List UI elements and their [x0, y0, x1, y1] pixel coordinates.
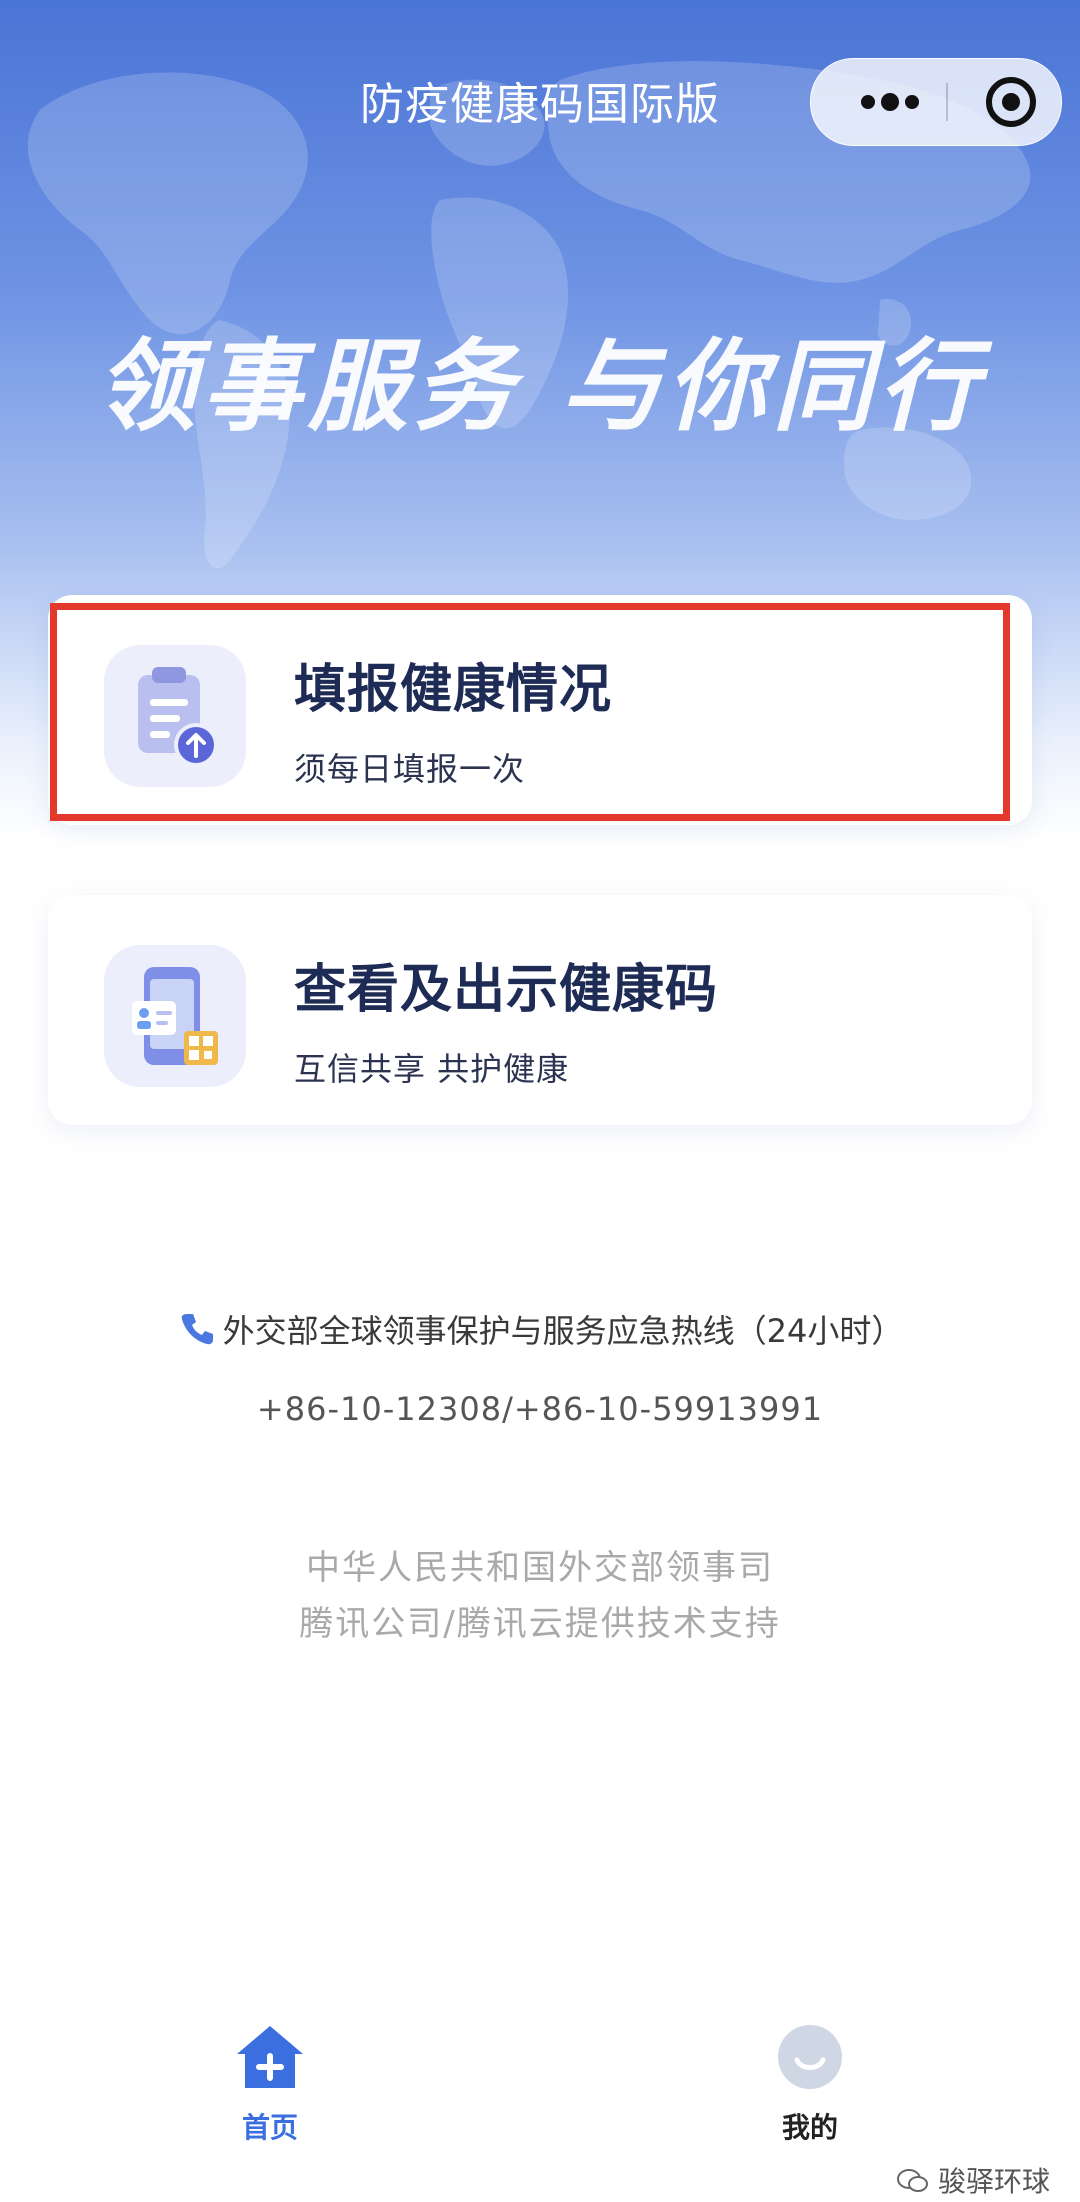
- miniprogram-close-icon[interactable]: [961, 59, 1061, 145]
- watermark: 骏驿环球: [896, 2160, 1050, 2200]
- phone-icon: [177, 1308, 217, 1348]
- avatar-icon: [778, 2025, 842, 2089]
- more-dots-icon[interactable]: [845, 59, 935, 145]
- phone-qrcode-icon: [104, 945, 246, 1087]
- navigation-bar: 防疫健康码国际版: [0, 58, 1080, 146]
- tab-mine[interactable]: 我的: [730, 2020, 890, 2144]
- hotline-text: 外交部全球领事保护与服务应急热线（24小时）: [222, 1312, 904, 1350]
- card-title: 查看及出示健康码: [294, 960, 719, 1020]
- footer-support: 腾讯公司/腾讯云提供技术支持: [299, 1604, 781, 1644]
- tab-label: 我的: [781, 2111, 838, 2144]
- tab-label: 首页: [241, 2111, 298, 2144]
- footer-org: 中华人民共和国外交部领事司: [306, 1548, 774, 1588]
- card-subtitle: 互信共享 共护健康: [294, 1050, 570, 1088]
- miniprogram-capsule: [810, 58, 1062, 146]
- hotline-label: 外交部全球领事保护与服务应急热线（24小时）: [0, 1306, 1080, 1352]
- watermark-text: 骏驿环球: [937, 2165, 1050, 2198]
- capsule-divider: [946, 83, 948, 121]
- tab-home[interactable]: 首页: [190, 2020, 350, 2144]
- wechat-icon: [896, 2167, 930, 2195]
- highlight-frame: [50, 603, 1010, 821]
- hotline-numbers[interactable]: +86-10-12308/+86-10-59913991: [0, 1390, 1080, 1428]
- home-icon: [237, 2026, 303, 2088]
- view-health-code-card[interactable]: 查看及出示健康码 互信共享 共护健康: [48, 895, 1032, 1125]
- slogan: 领事服务 与你同行: [95, 328, 985, 445]
